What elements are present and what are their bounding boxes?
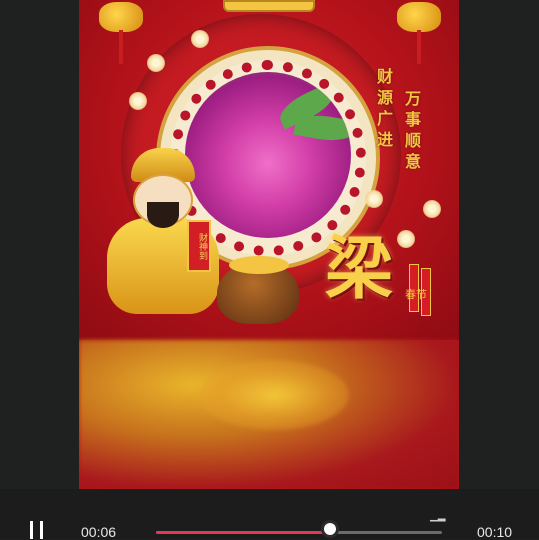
plum-blossom-icon [365,190,383,208]
greeting-char: 广 [376,109,393,128]
greeting-char: 顺 [404,131,421,150]
god-of-wealth-figure: 财神到 [103,148,223,318]
plum-blossom-icon [397,230,415,248]
greeting-char: 事 [404,110,421,129]
surname-character: 梁 [324,229,393,309]
lantern-tassel [417,30,421,64]
plum-blossom-icon [191,30,209,48]
volume-icon[interactable]: ▁▂ [430,512,445,522]
lantern-icon [397,2,441,32]
lantern-icon [99,2,143,32]
gold-coins-icon [229,256,289,274]
top-plaque [223,0,315,12]
seek-bar[interactable] [156,531,442,534]
lantern-tassel [119,30,123,64]
plum-blossom-icon [129,92,147,110]
scroll-text: 财神到 [187,220,211,272]
right-letterbox [459,0,539,489]
plum-blossom-icon [147,54,165,72]
greeting-char: 源 [376,88,393,107]
left-letterbox [0,0,79,489]
blurred-background [79,340,459,489]
greeting-char: 进 [376,130,393,149]
greeting-char: 财 [376,67,393,86]
new-year-poster: 财 源 广 进 万 事 顺 意 财神到 梁 春节 [79,0,459,340]
greeting-char: 万 [404,89,421,108]
firecracker-label: 春节 [405,288,427,301]
seek-bar-progress [156,531,331,534]
total-duration: 00:10 [477,524,513,540]
elapsed-time: 00:06 [81,524,117,540]
video-frame[interactable]: 财 源 广 进 万 事 顺 意 财神到 梁 春节 [79,0,459,489]
greeting-char: 意 [404,152,421,171]
plum-blossom-icon [423,200,441,218]
pause-icon[interactable] [28,521,46,539]
